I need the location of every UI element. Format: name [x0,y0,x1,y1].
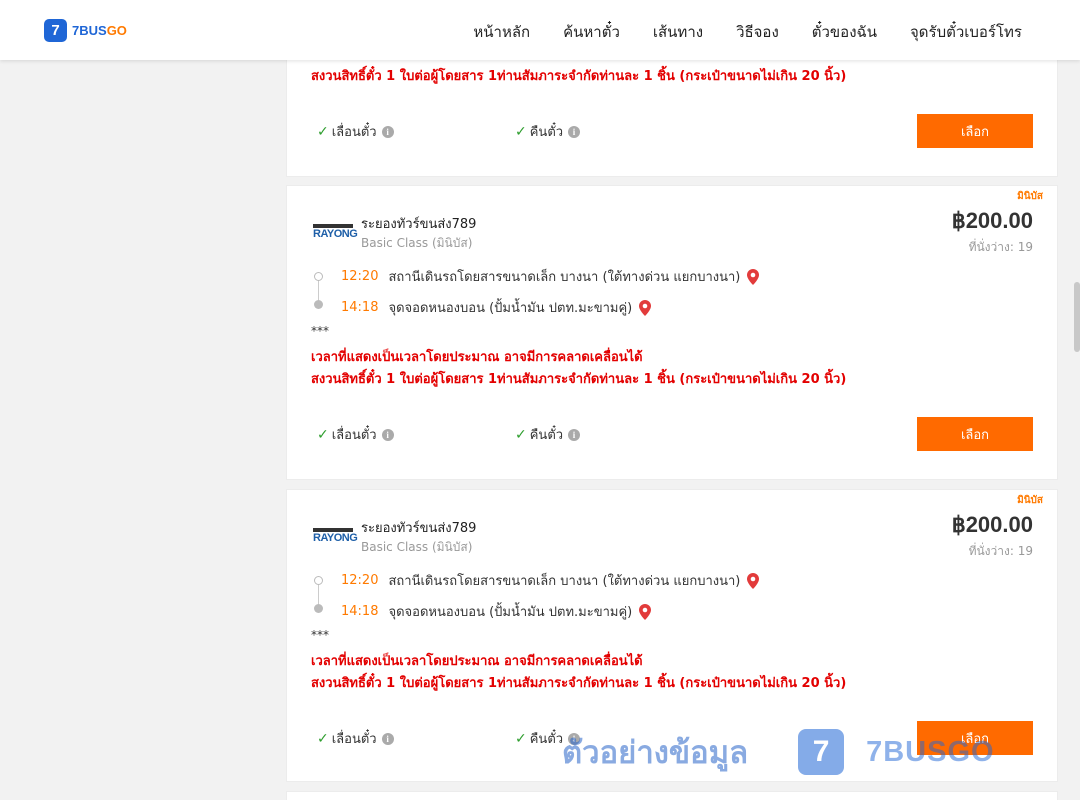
top-navbar: 7 7BUSGO หน้าหลัก ค้นหาตั๋ว เส้นทาง วิธี… [0,0,1080,60]
feature-label: คืนตั๋ว [529,732,564,747]
vehicle-type-badge: มินิบัส [1017,495,1043,506]
arrival-time: 14:18 [341,300,379,315]
vehicle-type-badge: มินิบัส [1017,191,1043,202]
trip-card: มินิบัส RAYONG ระยองทัวร์ขนส่ง789 Basic … [286,489,1058,782]
feature-reschedule: ✓ เลื่อนตั๋ว i [317,424,394,445]
nav-search-tickets[interactable]: ค้นหาตั๋ว [563,20,620,44]
feature-refund: ✓ คืนตั๋ว i [515,121,581,142]
arrival-time: 14:18 [341,604,379,619]
arrival-dot-icon [314,300,323,309]
departure-time: 12:20 [341,573,379,588]
logo-mark: 7 [44,19,67,42]
main-nav: หน้าหลัก ค้นหาตั๋ว เส้นทาง วิธีจอง ตั๋วข… [440,20,1022,44]
feature-label: เลื่อนตั๋ว [331,732,377,747]
trip-card-cutoff [286,791,1058,800]
operator-name: ระยองทัวร์ขนส่ง789 [361,217,477,232]
info-icon[interactable]: i [568,428,581,441]
map-pin-icon[interactable] [638,299,652,316]
departure-place: สถานีเดินรถโดยสารขนาดเล็ก บางนา (ใต้ทางด… [388,574,741,589]
check-icon: ✓ [515,426,527,443]
nav-ticket-pickup-phone[interactable]: จุดรับตั๋วเบอร์โทร [910,20,1022,44]
select-trip-button[interactable]: เลือก [917,114,1033,148]
departure-dot-icon [314,272,323,281]
departure-dot-icon [314,576,323,585]
select-trip-button[interactable]: เลือก [917,721,1033,755]
check-icon: ✓ [317,730,329,747]
feature-refund: ✓ คืนตั๋ว i [515,728,581,749]
arrival-dot-icon [314,604,323,613]
nav-my-tickets[interactable]: ตั๋วของฉัน [812,20,877,44]
arrival-place: จุดจอดหนองบอน (ปั้มน้ำมัน ปตท.มะขามคู่) [388,301,633,316]
arrival-stop: 14:18 จุดจอดหนองบอน (ปั้มน้ำมัน ปตท.มะขา… [341,601,652,622]
trip-note-stars: *** [311,324,329,338]
page-scrollbar[interactable] [1074,282,1080,352]
select-trip-button[interactable]: เลือก [917,417,1033,451]
departure-place: สถานีเดินรถโดยสารขนาดเล็ก บางนา (ใต้ทางด… [388,270,741,285]
info-icon[interactable]: i [568,125,581,138]
map-pin-icon[interactable] [746,572,760,589]
logo-text: 7BUSGO [72,23,127,38]
departure-time: 12:20 [341,269,379,284]
operator-logo-text: RAYONG [313,532,358,544]
info-icon[interactable]: i [381,125,394,138]
trip-note-luggage: สงวนสิทธิ์ตั๋ว 1 ใบต่อผู้โดยสาร 1ท่านสัม… [311,676,847,691]
map-pin-icon[interactable] [638,603,652,620]
feature-reschedule: ✓ เลื่อนตั๋ว i [317,121,394,142]
service-class: Basic Class (มินิบัส) [361,540,473,554]
arrival-place: จุดจอดหนองบอน (ปั้มน้ำมัน ปตท.มะขามคู่) [388,605,633,620]
trip-note-luggage: สงวนสิทธิ์ตั๋ว 1 ใบต่อผู้โดยสาร 1ท่านสัม… [311,372,847,387]
check-icon: ✓ [515,730,527,747]
arrival-stop: 14:18 จุดจอดหนองบอน (ปั้มน้ำมัน ปตท.มะขา… [341,297,652,318]
operator-logo: RAYONG [313,224,358,242]
seats-available: ที่นั่งว่าง: 19 [968,240,1033,254]
feature-label: คืนตั๋ว [529,428,564,443]
check-icon: ✓ [317,426,329,443]
ticket-price: ฿200.00 [951,512,1033,537]
feature-label: เลื่อนตั๋ว [331,125,377,140]
trip-note-time: เวลาที่แสดงเป็นเวลาโดยประมาณ อาจมีการคลา… [311,350,643,365]
operator-logo: RAYONG [313,528,358,546]
operator-logo-text: RAYONG [313,228,358,240]
trip-card: มินิบัส RAYONG ระยองทัวร์ขนส่ง789 Basic … [286,185,1058,480]
departure-stop: 12:20 สถานีเดินรถโดยสารขนาดเล็ก บางนา (ใ… [341,266,760,287]
logo-brand-main: 7BUS [72,23,107,38]
logo-brand-accent: GO [106,23,127,38]
feature-label: เลื่อนตั๋ว [331,428,377,443]
seats-available: ที่นั่งว่าง: 19 [968,544,1033,558]
service-class: Basic Class (มินิบัส) [361,236,473,250]
departure-stop: 12:20 สถานีเดินรถโดยสารขนาดเล็ก บางนา (ใ… [341,570,760,591]
nav-home[interactable]: หน้าหลัก [473,20,530,44]
trip-note-time: เวลาที่แสดงเป็นเวลาโดยประมาณ อาจมีการคลา… [311,654,643,669]
info-icon[interactable]: i [568,732,581,745]
check-icon: ✓ [515,123,527,140]
info-icon[interactable]: i [381,428,394,441]
feature-refund: ✓ คืนตั๋ว i [515,424,581,445]
info-icon[interactable]: i [381,732,394,745]
trip-note-stars: *** [311,628,329,642]
feature-label: คืนตั๋ว [529,125,564,140]
nav-how-to-book[interactable]: วิธีจอง [736,20,779,44]
trip-note-luggage: สงวนสิทธิ์ตั๋ว 1 ใบต่อผู้โดยสาร 1ท่านสัม… [311,69,847,84]
map-pin-icon[interactable] [746,268,760,285]
feature-reschedule: ✓ เลื่อนตั๋ว i [317,728,394,749]
site-logo[interactable]: 7 7BUSGO [44,19,127,42]
ticket-price: ฿200.00 [951,208,1033,233]
check-icon: ✓ [317,123,329,140]
operator-name: ระยองทัวร์ขนส่ง789 [361,521,477,536]
nav-routes[interactable]: เส้นทาง [653,20,703,44]
